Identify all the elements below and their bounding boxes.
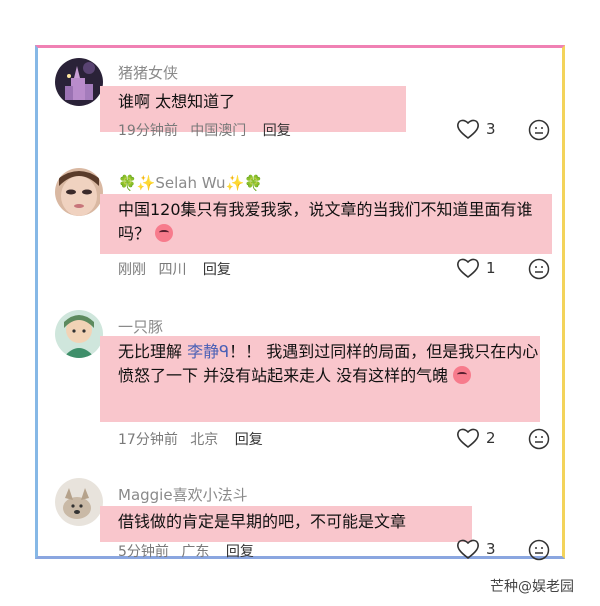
crying-emoji-icon (155, 224, 174, 242)
face-icon (528, 258, 550, 280)
reply-button[interactable]: 回复 (263, 123, 291, 139)
username[interactable]: 一只豚 (118, 316, 163, 337)
comment-meta: 5分钟前 广东 回复 (118, 541, 262, 561)
avatar[interactable] (55, 478, 103, 526)
comment-time: 5分钟前 (118, 544, 169, 560)
username[interactable]: 猪猪女侠 (118, 62, 178, 83)
comment-location: 四川 (158, 262, 187, 278)
avatar-dog-icon (55, 478, 103, 526)
avatar[interactable] (55, 310, 103, 358)
comment-location: 北京 (190, 432, 219, 448)
comment-text: 无比理解 李静ᑫ！！ 我遇到过同样的局面，但是我只在内心愤怒了一下 并没有站起来… (100, 336, 540, 422)
like-count: 3 (486, 540, 496, 558)
comment-meta: 17分钟前 北京 回复 (118, 429, 271, 449)
comment-time: 19分钟前 (118, 123, 178, 139)
like-button[interactable]: 3 (456, 118, 496, 140)
face-icon (528, 539, 550, 561)
comment-time: 刚刚 (118, 262, 146, 278)
reply-button[interactable]: 回复 (235, 432, 263, 448)
comment-time: 17分钟前 (118, 432, 178, 448)
avatar-cartoon-green-icon (55, 310, 103, 358)
avatar[interactable] (55, 58, 103, 106)
reply-button[interactable]: 回复 (203, 262, 231, 278)
like-button[interactable]: 1 (456, 257, 496, 279)
watermark: 芒种@娱老园 (486, 574, 578, 598)
mention-link[interactable]: 李静ᑫ (187, 342, 229, 361)
emoji-react-button[interactable] (528, 258, 550, 284)
comment-text-body: 中国120集只有我爱我家，说文章的当我们不知道里面有谁吗？ (118, 200, 533, 243)
like-button[interactable]: 2 (456, 427, 496, 449)
comment-meta: 19分钟前 中国澳门 回复 (118, 120, 299, 140)
heart-icon (457, 539, 479, 560)
angry-emoji-icon (453, 366, 472, 384)
avatar-woman-face-icon (55, 168, 103, 216)
username[interactable]: Maggie喜欢小法斗 (118, 484, 248, 505)
avatar[interactable] (55, 168, 103, 216)
comment-text-part: 无比理解 (118, 342, 188, 361)
emoji-react-button[interactable] (528, 539, 550, 565)
username[interactable]: 🍀✨Selah Wu✨🍀 (118, 174, 263, 192)
like-count: 3 (486, 120, 496, 138)
emoji-react-button[interactable] (528, 428, 550, 454)
like-button[interactable]: 3 (456, 538, 496, 560)
face-icon (528, 119, 550, 141)
heart-icon (457, 428, 479, 449)
like-count: 2 (486, 429, 496, 447)
comment-location: 中国澳门 (190, 123, 247, 139)
comment-text: 借钱做的肯定是早期的吧，不可能是文章 (100, 506, 472, 542)
face-icon (528, 428, 550, 450)
heart-icon (457, 258, 479, 279)
comment-text: 中国120集只有我爱我家，说文章的当我们不知道里面有谁吗？ (100, 194, 552, 254)
comment-meta: 刚刚 四川 回复 (118, 259, 239, 279)
emoji-react-button[interactable] (528, 119, 550, 145)
reply-button[interactable]: 回复 (226, 544, 254, 560)
avatar-castle-night-icon (55, 58, 103, 106)
comment-location: 广东 (181, 544, 210, 560)
like-count: 1 (486, 259, 496, 277)
heart-icon (457, 119, 479, 140)
